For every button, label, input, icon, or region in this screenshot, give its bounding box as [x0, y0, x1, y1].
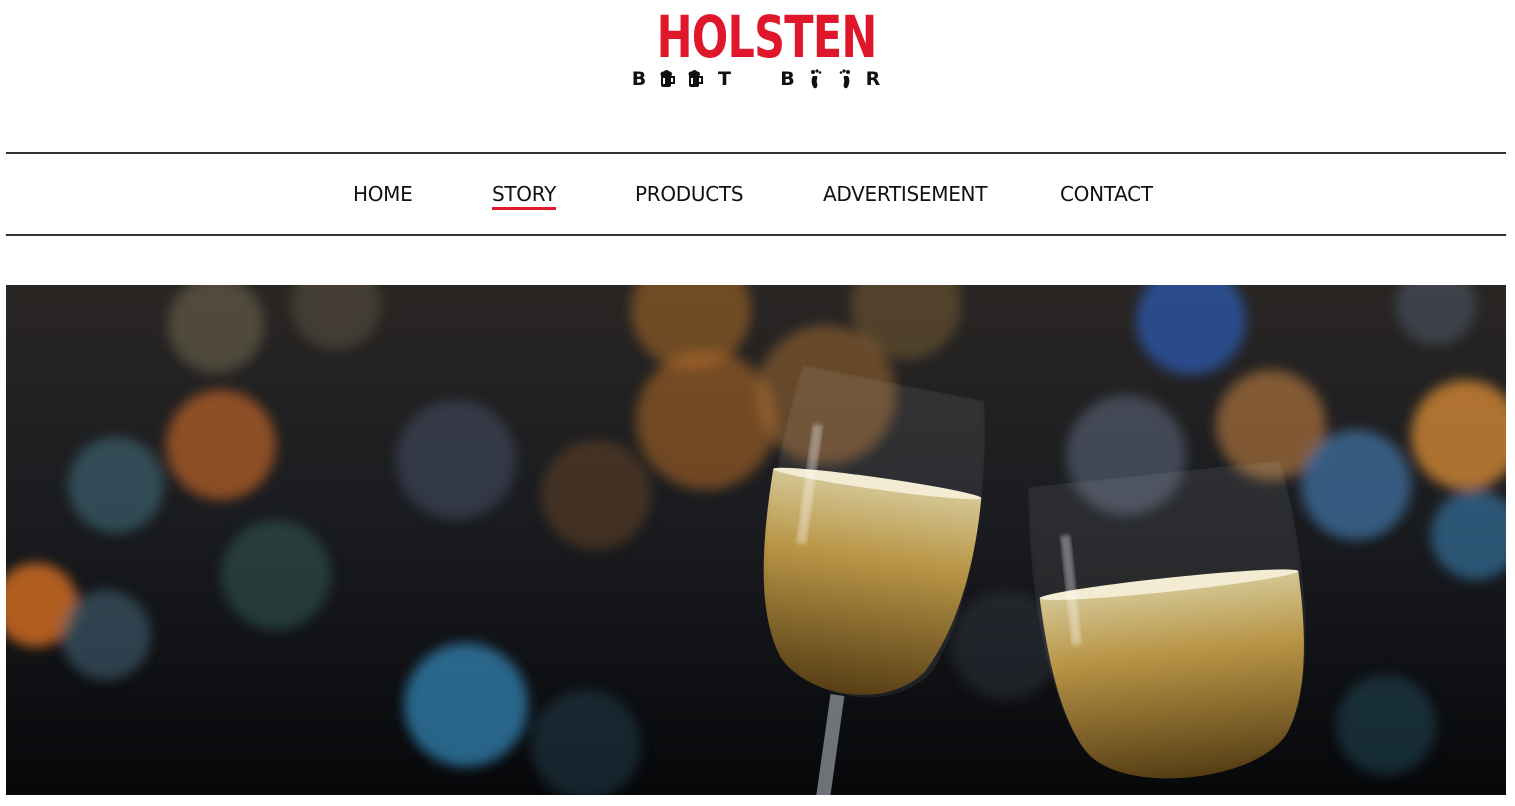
nav-item-products[interactable]: PRODUCTS [635, 182, 744, 206]
beer-mug-icon [685, 70, 707, 88]
main-nav: HOME STORY PRODUCTS ADVERTISEMENT CONTAC… [6, 152, 1506, 236]
holsten-logo[interactable]: HOLSTEN B T B R [622, 8, 888, 94]
footprint-icon [834, 69, 856, 89]
nav-item-contact[interactable]: CONTACT [1060, 182, 1153, 206]
nav-item-home[interactable]: HOME [353, 182, 413, 206]
footprint-icon [805, 69, 827, 89]
logo-tagline-letter-t: T [718, 68, 731, 90]
beer-mug-icon [657, 70, 679, 88]
nav-item-story[interactable]: STORY [492, 182, 556, 210]
logo-tagline-letter-b: B [631, 68, 647, 90]
hero-image [6, 285, 1506, 795]
logo-tagline-letter-r: R [865, 68, 881, 90]
logo-tagline-letter-b: B [780, 68, 795, 90]
nav-item-advertisement[interactable]: ADVERTISEMENT [823, 182, 987, 206]
logo-tagline: B T B R [628, 66, 884, 92]
logo-wordmark: HOLSTEN [656, 3, 878, 71]
